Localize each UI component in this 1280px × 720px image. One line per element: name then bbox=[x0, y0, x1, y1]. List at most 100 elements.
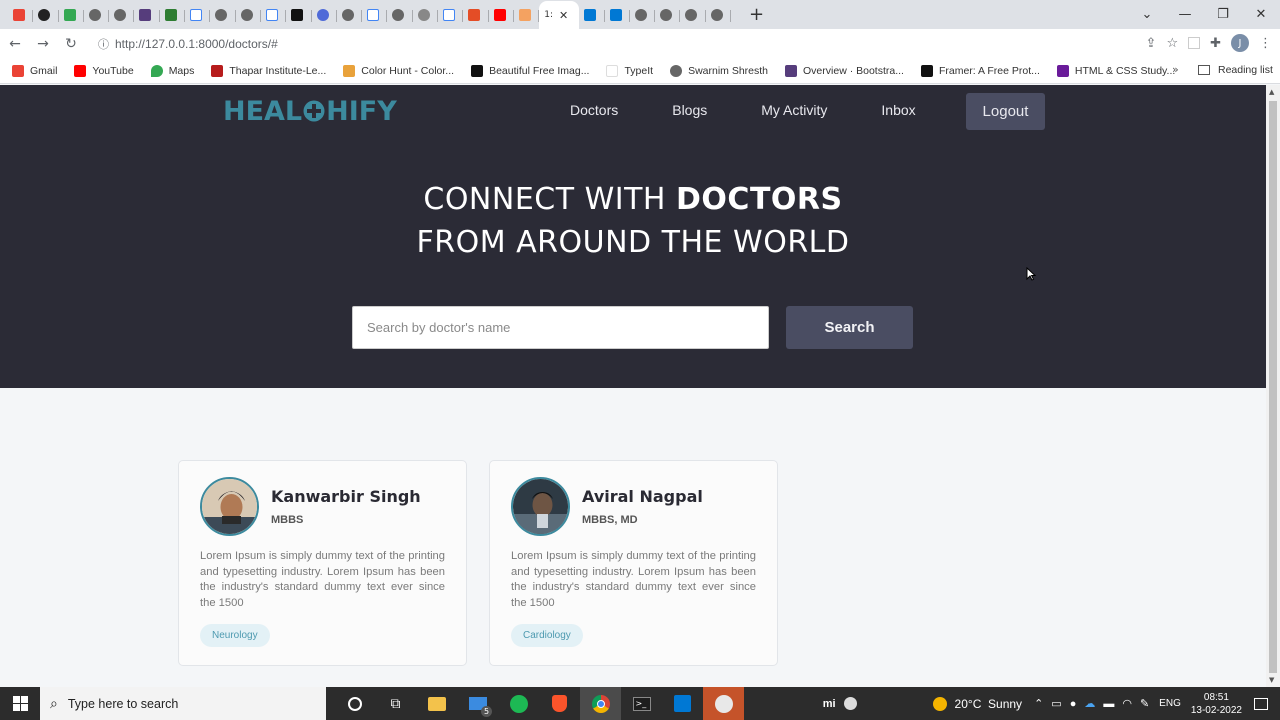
tab-page[interactable] bbox=[210, 4, 236, 26]
new-tab-icon[interactable]: + bbox=[749, 4, 764, 25]
close-window-icon[interactable]: ✕ bbox=[1242, 7, 1280, 22]
doctor-search-input[interactable] bbox=[352, 306, 769, 349]
nav-blogs[interactable]: Blogs bbox=[672, 102, 707, 118]
tab-html[interactable] bbox=[463, 4, 489, 26]
tab-notion[interactable] bbox=[286, 4, 312, 26]
task-view-icon[interactable]: ⧉ bbox=[375, 687, 416, 720]
tab-page[interactable] bbox=[312, 4, 338, 26]
wifi-icon[interactable]: ◠ bbox=[1122, 697, 1132, 710]
tab-w[interactable] bbox=[160, 4, 186, 26]
bookmark-youtube[interactable]: YouTube bbox=[74, 65, 134, 77]
pen-icon[interactable]: ✎ bbox=[1140, 697, 1149, 710]
language-indicator[interactable]: ENG bbox=[1159, 698, 1181, 709]
url-text[interactable]: http://127.0.0.1:8000/doctors/# bbox=[115, 37, 278, 51]
start-button[interactable] bbox=[0, 696, 40, 711]
page-scrollbar[interactable]: ▲ ▼ bbox=[1266, 85, 1280, 687]
battery-icon[interactable]: ▬ bbox=[1103, 698, 1114, 710]
scroll-up-icon[interactable]: ▲ bbox=[1269, 88, 1274, 96]
more-bookmarks-icon[interactable]: » bbox=[1172, 63, 1179, 76]
logout-button[interactable]: Logout bbox=[966, 93, 1045, 130]
doctor-name[interactable]: Kanwarbir Singh bbox=[271, 487, 421, 506]
nav-inbox[interactable]: Inbox bbox=[881, 102, 915, 118]
chrome-icon[interactable] bbox=[580, 687, 621, 720]
bookmark-html-css[interactable]: HTML & CSS Study... bbox=[1056, 65, 1175, 77]
close-tab-icon[interactable]: ✕ bbox=[559, 9, 568, 22]
profile-avatar[interactable]: J bbox=[1231, 34, 1249, 52]
tab-google[interactable] bbox=[362, 4, 388, 26]
terminal-icon[interactable]: >_ bbox=[621, 687, 662, 720]
reading-list-button[interactable]: Reading list bbox=[1198, 64, 1273, 76]
weather-text[interactable]: 20°C Sunny bbox=[955, 697, 1023, 711]
tab-gmail[interactable] bbox=[8, 4, 34, 26]
tab-youtube[interactable] bbox=[489, 4, 515, 26]
tab-page[interactable] bbox=[706, 4, 732, 26]
minimize-icon[interactable]: — bbox=[1166, 7, 1204, 22]
tab-page[interactable] bbox=[655, 4, 681, 26]
tab-drive[interactable] bbox=[59, 4, 85, 26]
mail-icon[interactable]: 5 bbox=[457, 687, 498, 720]
bookmark-colorhunt[interactable]: Color Hunt - Color... bbox=[343, 65, 454, 77]
tab-page[interactable] bbox=[630, 4, 656, 26]
tab-azure[interactable] bbox=[605, 4, 631, 26]
tab-page[interactable] bbox=[109, 4, 135, 26]
bookmark-star-icon[interactable]: ☆ bbox=[1166, 36, 1178, 51]
bookmark-thapar[interactable]: Thapar Institute-Le... bbox=[211, 65, 326, 77]
scrollbar-thumb[interactable] bbox=[1269, 101, 1277, 673]
cortana-icon[interactable] bbox=[334, 687, 375, 720]
nav-doctors[interactable]: Doctors bbox=[570, 102, 618, 118]
bookmark-unsplash[interactable]: Beautiful Free Imag... bbox=[471, 65, 589, 77]
forward-icon[interactable]: → bbox=[30, 36, 56, 52]
bookmark-bootstrap[interactable]: Overview · Bootstra... bbox=[785, 65, 904, 77]
reload-icon[interactable]: ↻ bbox=[58, 36, 84, 52]
doctor-card[interactable]: Aviral Nagpal MBBS, MD Lorem Ipsum is si… bbox=[489, 460, 778, 666]
meet-now-icon[interactable]: ▭ bbox=[1051, 697, 1061, 710]
vscode-icon[interactable] bbox=[662, 687, 703, 720]
doctor-card[interactable]: Kanwarbir Singh MBBS Lorem Ipsum is simp… bbox=[178, 460, 467, 666]
tab-active[interactable]: 1: ✕ bbox=[539, 1, 580, 29]
sync-icon[interactable] bbox=[843, 697, 857, 710]
tray-expand-icon[interactable]: ⌃ bbox=[1034, 697, 1043, 710]
tab-bootstrap[interactable] bbox=[134, 4, 161, 26]
bookmark-typeit[interactable]: TypeIt bbox=[606, 65, 653, 77]
brave-icon[interactable] bbox=[539, 687, 580, 720]
taskbar-search-box[interactable]: ⌕ Type here to search bbox=[40, 687, 326, 720]
bookmark-swarnim[interactable]: Swarnim Shresth bbox=[670, 65, 768, 77]
nav-my-activity[interactable]: My Activity bbox=[761, 102, 827, 118]
bookmark-maps[interactable]: Maps bbox=[150, 65, 194, 77]
microphone-icon[interactable]: ● bbox=[1070, 698, 1077, 710]
tab-google[interactable] bbox=[261, 4, 287, 26]
tab-page[interactable] bbox=[236, 4, 262, 26]
omnibox[interactable]: ⓘ http://127.0.0.1:8000/doctors/# bbox=[90, 32, 1165, 56]
file-explorer-icon[interactable] bbox=[416, 687, 457, 720]
doctor-name[interactable]: Aviral Nagpal bbox=[582, 487, 703, 506]
bookmark-gmail[interactable]: Gmail bbox=[12, 65, 57, 77]
search-button[interactable]: Search bbox=[786, 306, 913, 349]
site-logo[interactable]: HEAL HIFY bbox=[223, 95, 397, 127]
tab-page[interactable] bbox=[680, 4, 707, 26]
back-icon[interactable]: ← bbox=[2, 36, 28, 52]
specialty-badge[interactable]: Cardiology bbox=[511, 624, 583, 647]
extension-icon[interactable] bbox=[1188, 37, 1201, 49]
tab-google[interactable] bbox=[185, 4, 211, 26]
clock[interactable]: 08:51 13-02-2022 bbox=[1191, 691, 1242, 717]
site-info-icon[interactable]: ⓘ bbox=[98, 36, 109, 52]
notifications-icon[interactable] bbox=[1254, 697, 1268, 710]
tab-page[interactable] bbox=[413, 4, 439, 26]
tab-search-icon[interactable]: ⌄ bbox=[1128, 7, 1166, 22]
tab-github[interactable] bbox=[33, 4, 59, 26]
extensions-puzzle-icon[interactable]: ✚ bbox=[1210, 36, 1221, 51]
tab-page[interactable] bbox=[337, 4, 363, 26]
tab-p[interactable] bbox=[514, 4, 540, 26]
spotify-icon[interactable] bbox=[498, 687, 539, 720]
tab-azure[interactable] bbox=[579, 4, 605, 26]
onedrive-icon[interactable]: ☁ bbox=[1084, 697, 1095, 710]
tab-page[interactable] bbox=[387, 4, 414, 26]
browser-menu-icon[interactable]: ⋮ bbox=[1259, 36, 1272, 51]
chrome-profile-icon[interactable] bbox=[703, 687, 744, 720]
specialty-badge[interactable]: Neurology bbox=[200, 624, 270, 647]
share-icon[interactable]: ⇪ bbox=[1146, 36, 1157, 51]
bookmark-framer[interactable]: Framer: A Free Prot... bbox=[920, 65, 1040, 77]
scroll-down-icon[interactable]: ▼ bbox=[1269, 676, 1274, 684]
mi-icon[interactable]: mi bbox=[823, 698, 836, 710]
tab-google[interactable] bbox=[438, 4, 464, 26]
